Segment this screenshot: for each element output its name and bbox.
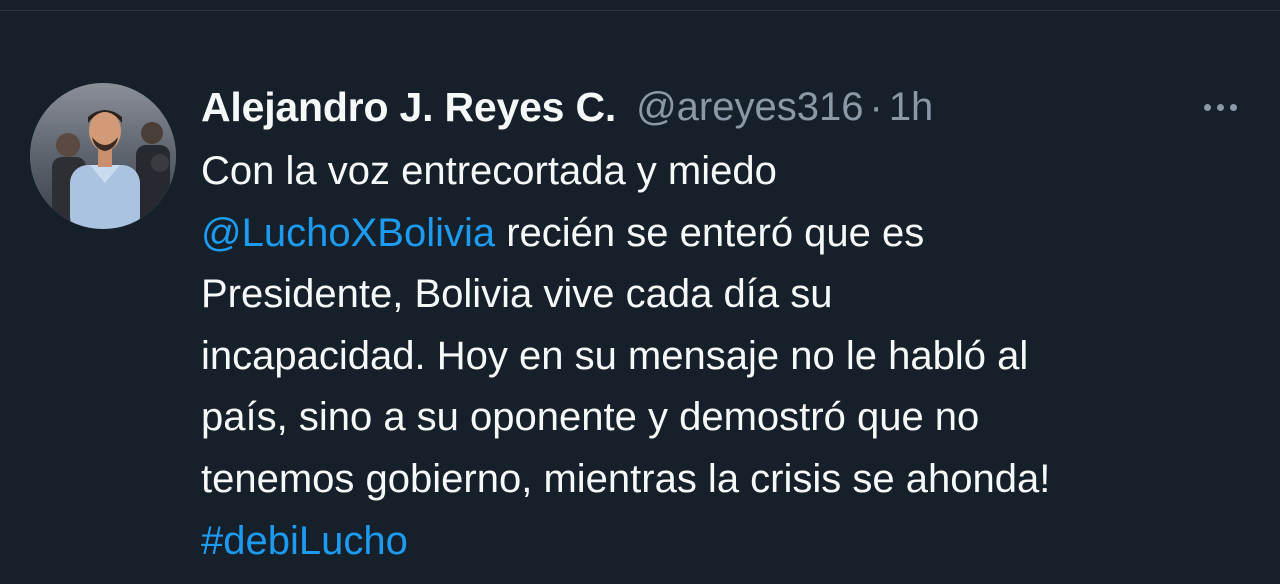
tweet-header: Alejandro J. Reyes C. @areyes316 · 1h bbox=[201, 77, 933, 137]
tweet-text: Con la voz entrecortada y miedo @LuchoXB… bbox=[201, 141, 1261, 572]
avatar-image bbox=[30, 83, 176, 229]
avatar[interactable] bbox=[30, 83, 176, 229]
separator-dot: · bbox=[869, 84, 883, 129]
hashtag-link[interactable]: #debiLucho bbox=[201, 519, 408, 563]
tweet-text-line: incapacidad. Hoy en su mensaje no le hab… bbox=[201, 333, 1029, 378]
tweet-timestamp[interactable]: 1h bbox=[889, 85, 934, 130]
tweet-text-line: tenemos gobierno, mientras la crisis se … bbox=[201, 456, 1051, 501]
tweet-text-line: #debiLucho bbox=[201, 511, 1261, 573]
tweet-text-segment: recién se enteró que es bbox=[495, 210, 925, 255]
author-handle[interactable]: @areyes316 bbox=[636, 85, 863, 130]
tweet-text-line: Presidente, Bolivia vive cada día su bbox=[201, 272, 833, 317]
tweet-text-line: Con la voz entrecortada y miedo bbox=[201, 149, 777, 193]
tweet-text-line: @LuchoXBolivia recién se enteró que es bbox=[201, 203, 1261, 265]
tweet[interactable]: Alejandro J. Reyes C. @areyes316 · 1h Co… bbox=[0, 11, 1280, 584]
more-horizontal-icon bbox=[1201, 98, 1240, 116]
mention-link[interactable]: @LuchoXBolivia bbox=[201, 211, 495, 255]
author-display-name[interactable]: Alejandro J. Reyes C. bbox=[201, 84, 616, 131]
more-options-button[interactable] bbox=[1192, 87, 1248, 127]
tweet-text-line: país, sino a su oponente y demostró que … bbox=[201, 395, 980, 440]
